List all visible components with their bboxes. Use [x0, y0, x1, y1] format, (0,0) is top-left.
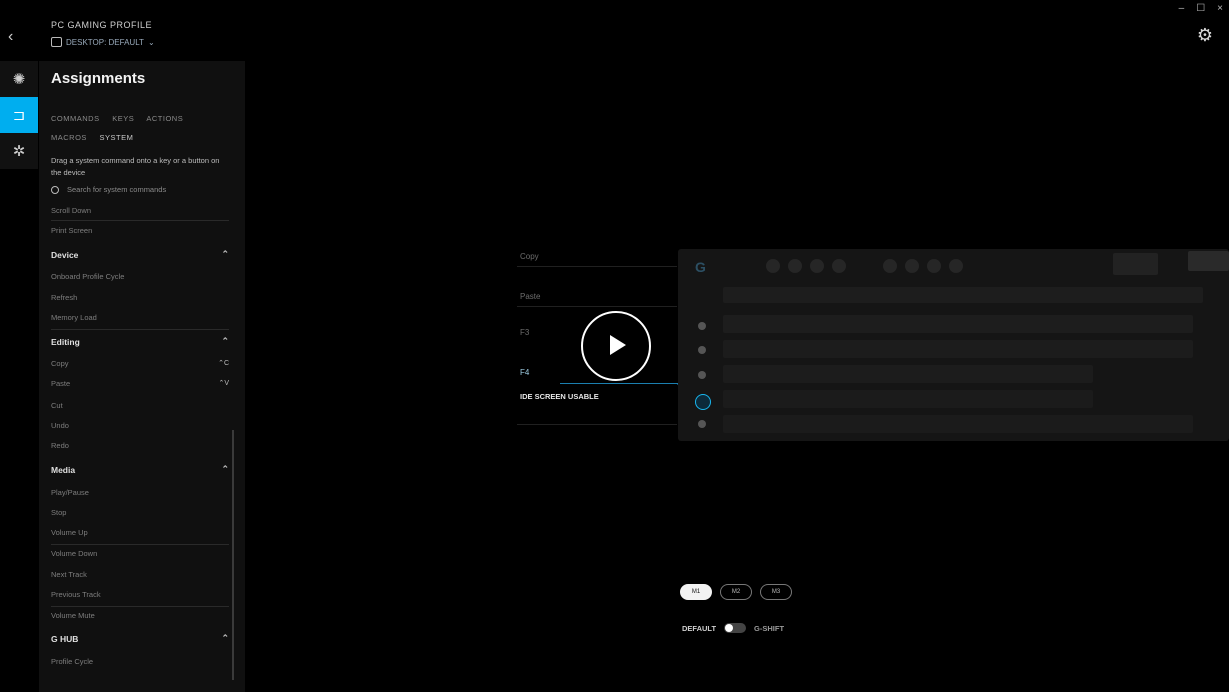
minimize-icon[interactable]: – — [1179, 3, 1185, 14]
panel-description: Drag a system command onto a key or a bu… — [51, 156, 220, 177]
profile-title: PC GAMING PROFILE — [51, 20, 153, 30]
item-label: Copy — [51, 359, 69, 368]
list-item[interactable]: Next Track — [51, 570, 229, 579]
list-item-scroll-down[interactable]: Scroll Down — [51, 206, 229, 215]
play-button[interactable] — [581, 311, 651, 381]
list-item-cut[interactable]: Cut — [51, 401, 229, 410]
chevron-up-icon: ⌃ — [221, 464, 229, 474]
list-item[interactable]: Previous Track — [51, 590, 229, 599]
profile-sub-label: DESKTOP: DEFAULT — [66, 37, 144, 47]
list-item[interactable]: Volume Down — [51, 549, 229, 558]
list-item[interactable]: Play/Pause — [51, 488, 229, 497]
chevron-up-icon: ⌃ — [221, 336, 229, 346]
close-icon[interactable]: × — [1217, 3, 1223, 14]
list-item[interactable]: Onboard Profile Cycle — [51, 272, 229, 281]
selected-key-indicator[interactable] — [695, 394, 711, 410]
list-item-redo[interactable]: Redo — [51, 441, 229, 450]
selected-assignment: IDE SCREEN USABLE — [520, 392, 599, 401]
logitech-g-logo-icon: G — [695, 259, 706, 275]
search-icon — [51, 185, 59, 194]
gshift-toggle-row: DEFAULT G-SHIFT — [682, 623, 784, 633]
nav-rail: ✺ ⊐ ✲ — [0, 61, 38, 169]
assignments-panel: Assignments COMMANDS KEYS ACTIONS MACROS… — [39, 61, 245, 692]
lock-icon — [51, 37, 62, 47]
section-ghub[interactable]: G HUB ⌃ — [51, 633, 229, 644]
tab-system[interactable]: SYSTEM — [100, 133, 134, 142]
shortcut-label: ⌃V — [218, 380, 229, 387]
list-item[interactable]: Profile Cycle — [51, 657, 229, 666]
back-arrow-icon[interactable]: ‹ — [8, 28, 24, 48]
chevron-down-icon: ⌄ — [147, 37, 155, 47]
keyboard-image: G — [678, 249, 1229, 441]
list-item[interactable]: Refresh — [51, 293, 229, 302]
mode-m2-button[interactable]: M2 — [720, 584, 752, 600]
chevron-up-icon: ⌃ — [221, 249, 229, 259]
tab-keys[interactable]: KEYS — [112, 114, 134, 123]
tab-commands[interactable]: COMMANDS — [51, 114, 100, 123]
section-title: G HUB — [51, 634, 79, 644]
section-media[interactable]: Media ⌃ — [51, 464, 229, 475]
assignment-label: Paste — [520, 292, 541, 301]
section-title: Editing — [51, 337, 80, 347]
toggle-left-label: DEFAULT — [682, 623, 717, 633]
mode-m1-button[interactable]: M1 — [680, 584, 712, 600]
search-placeholder: Search for system commands — [67, 185, 167, 194]
maximize-icon[interactable]: ☐ — [1196, 3, 1205, 14]
list-item[interactable]: Memory Load — [51, 313, 229, 322]
section-title: Device — [51, 250, 79, 260]
connector-line — [560, 383, 678, 384]
item-label: Paste — [51, 379, 71, 388]
search-field[interactable]: Search for system commands — [51, 185, 166, 194]
assignment-label: F3 — [520, 328, 530, 337]
lightsync-icon[interactable]: ✺ — [0, 61, 38, 97]
list-item[interactable]: Volume Up — [51, 528, 229, 537]
tab-actions[interactable]: ACTIONS — [146, 114, 183, 123]
section-editing[interactable]: Editing ⌃ — [51, 336, 229, 347]
tab-macros[interactable]: MACROS — [51, 133, 87, 142]
list-item-copy[interactable]: Copy ⌃C — [51, 359, 229, 368]
panel-scrollbar[interactable] — [232, 430, 234, 680]
list-item-print-screen[interactable]: Print Screen — [51, 226, 229, 235]
play-icon — [610, 335, 626, 355]
settings-gear-icon[interactable]: ⚙ — [1197, 25, 1213, 46]
assignment-tabs: COMMANDS KEYS ACTIONS MACROS SYSTEM — [51, 109, 236, 147]
gshift-toggle[interactable] — [724, 623, 747, 633]
chevron-up-icon: ⌃ — [221, 633, 229, 643]
toggle-right-label: G-SHIFT — [754, 623, 785, 633]
shortcut-label: ⌃C — [218, 360, 229, 367]
list-item[interactable]: Volume Mute — [51, 611, 229, 620]
assignment-label: F4 — [520, 368, 530, 377]
list-item[interactable]: Stop — [51, 508, 229, 517]
gear-settings-icon[interactable]: ✲ — [0, 133, 38, 169]
profile-selector[interactable]: DESKTOP: DEFAULT ⌄ — [51, 37, 155, 47]
list-item-paste[interactable]: Paste ⌃V — [51, 379, 229, 388]
section-title: Media — [51, 465, 76, 475]
assignments-icon[interactable]: ⊐ — [0, 97, 38, 133]
panel-title: Assignments — [51, 70, 146, 87]
mode-selector: M1 M2 M3 — [680, 584, 792, 600]
window-controls: – ☐ × — [1179, 3, 1223, 14]
assignment-label: Copy — [520, 252, 539, 261]
section-device[interactable]: Device ⌃ — [51, 249, 229, 260]
list-item-undo[interactable]: Undo — [51, 421, 229, 430]
mode-m3-button[interactable]: M3 — [760, 584, 792, 600]
